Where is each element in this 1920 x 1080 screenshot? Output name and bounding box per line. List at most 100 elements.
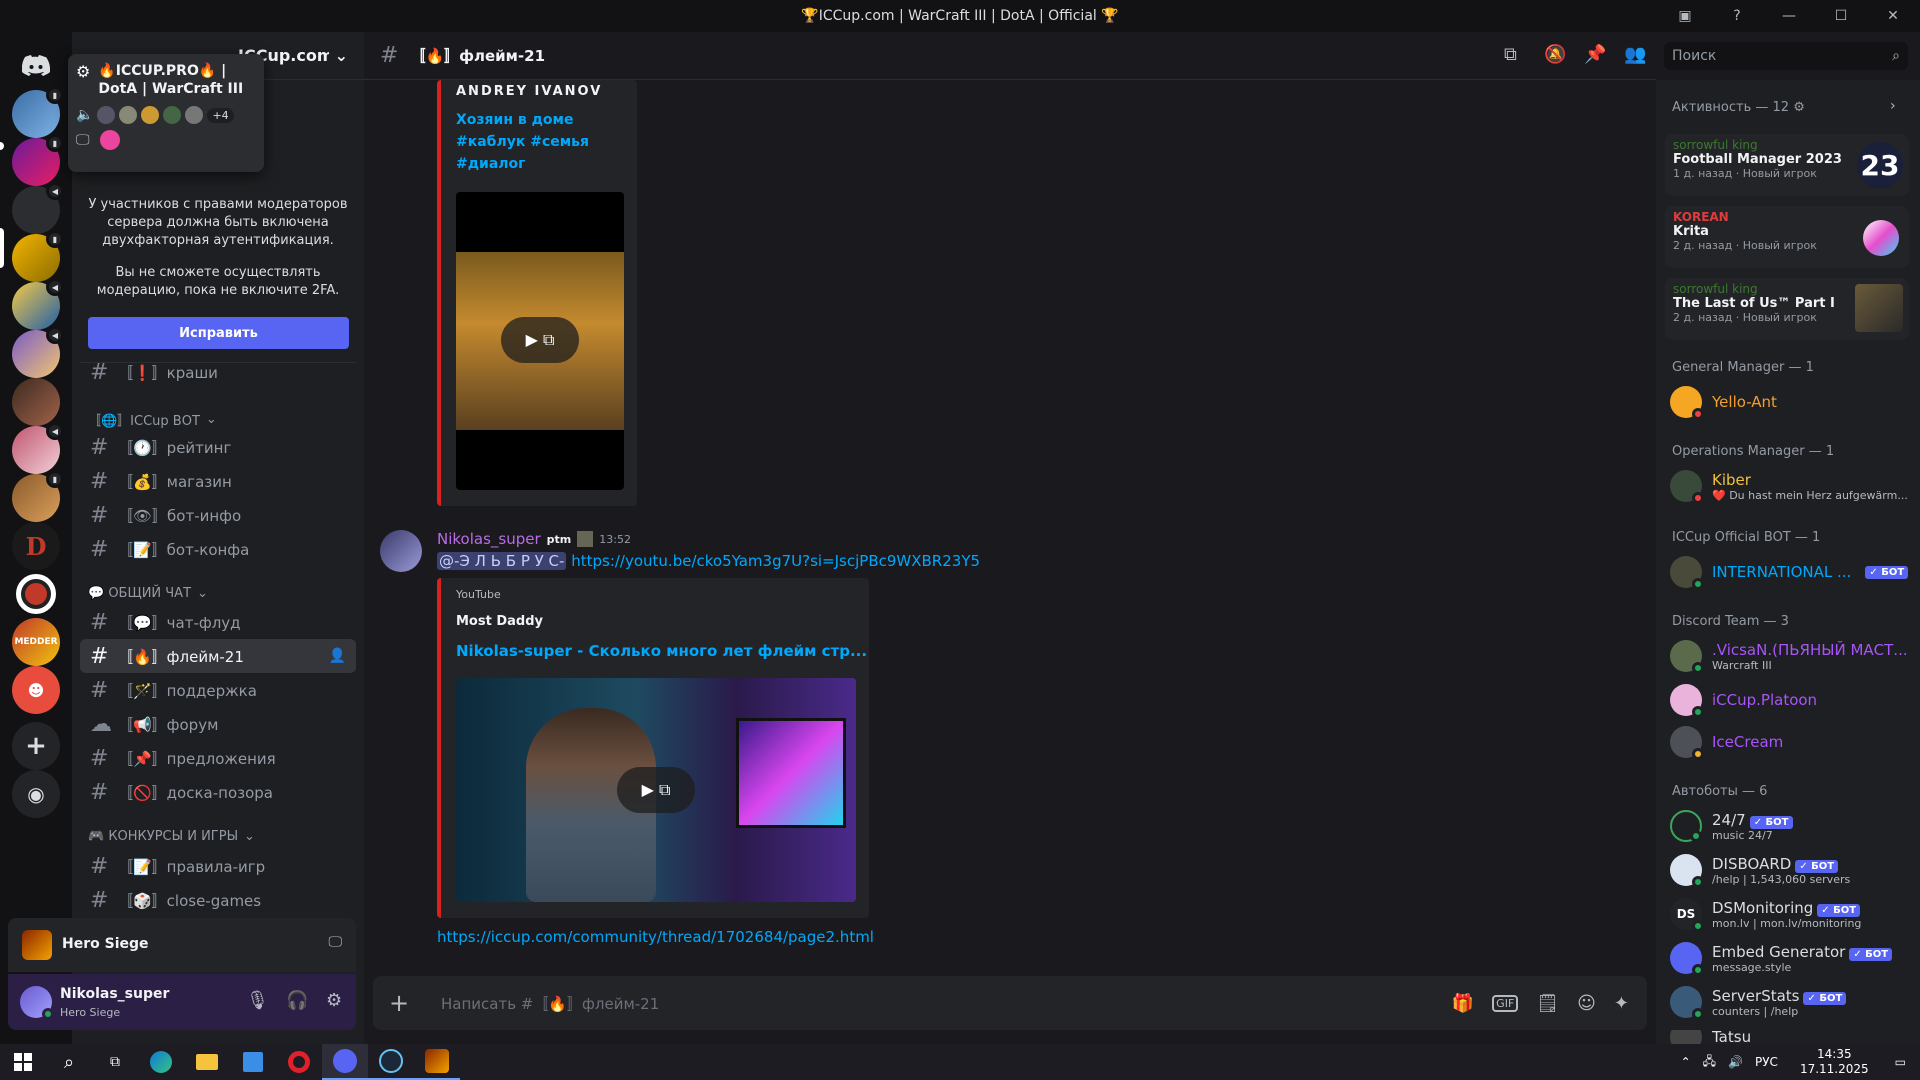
server-icon-5[interactable]: ◀ — [12, 278, 64, 330]
category-general-chat[interactable]: 💬 ОБЩИЙ ЧАТ ⌄ — [88, 586, 208, 601]
server-icon-iccup[interactable]: ◀ — [12, 182, 64, 234]
discord-taskbar-icon[interactable] — [322, 1044, 368, 1080]
avatar[interactable] — [20, 986, 54, 1020]
help-icon[interactable]: ? — [1722, 8, 1752, 24]
close-button[interactable]: ✕ — [1878, 8, 1908, 24]
inbox-icon[interactable]: ▣ — [1670, 8, 1700, 24]
add-server-icon[interactable]: + — [12, 722, 60, 770]
server-icon-6[interactable]: ◀ — [12, 326, 64, 378]
search-input[interactable]: Поиск ⌕ — [1664, 42, 1908, 70]
message-composer[interactable]: + Написать #〚🔥〛флейм-21 🎁 GIF 🗒 ☺ ✦ — [373, 976, 1647, 1030]
tray-chevron-up-icon[interactable]: ⌃ — [1681, 1055, 1691, 1069]
start-icon[interactable] — [0, 1044, 46, 1080]
embed-author[interactable]: Most Daddy — [456, 614, 543, 629]
server-icon-star[interactable]: ▮ — [12, 134, 64, 186]
server-icon-1[interactable]: ▮ — [12, 86, 64, 138]
channel-flame-21[interactable]: # 〚🔥〛флейм-21 👤 — [80, 639, 356, 673]
store-icon[interactable] — [230, 1044, 276, 1080]
microphone-icon[interactable]: 🎙 — [246, 990, 269, 1011]
video-thumbnail[interactable]: ▶ ⧉ — [456, 678, 856, 902]
channel-kraschi[interactable]: # 〚❗〛краши — [80, 355, 356, 389]
network-icon[interactable]: 🖧 — [1703, 1052, 1716, 1073]
explorer-icon[interactable] — [184, 1044, 230, 1080]
language-indicator[interactable]: РУС — [1755, 1055, 1778, 1069]
server-icon-11[interactable] — [12, 570, 60, 618]
discord-home-icon[interactable] — [12, 42, 60, 90]
server-icon-4[interactable]: ▮ — [12, 230, 64, 282]
activity-card[interactable]: sorrowful king The Last of Us™ Part I 2 … — [1665, 278, 1909, 340]
channel-shame[interactable]: # 〚🚫〛доска-позора — [80, 775, 356, 809]
member-item[interactable]: 24/7 ✓ БОТ music 24/7 — [1670, 810, 1910, 842]
member-item[interactable]: DISBOARD ✓ БОТ/help | 1,543,060 servers — [1670, 854, 1910, 888]
notifications-muted-icon[interactable]: 🔕 — [1544, 44, 1566, 65]
apps-icon[interactable]: ✦ — [1614, 993, 1629, 1014]
server-icon-9[interactable]: ▮ — [12, 470, 64, 522]
message-author[interactable]: Nikolas_super — [437, 530, 541, 548]
headphones-icon[interactable]: 🎧 — [286, 990, 308, 1011]
member-item[interactable]: Embed Generator ✓ БОТ message.style — [1670, 942, 1910, 976]
task-view-icon[interactable]: ⧉ — [92, 1044, 138, 1080]
channel-forum[interactable]: ☁ 〚📢〛форум — [80, 707, 356, 741]
play-icon[interactable]: ▶ ⧉ — [501, 317, 579, 363]
member-item[interactable]: ServerStats ✓ БОТ counters | /help — [1670, 986, 1910, 1020]
embed-title[interactable]: Nikolas-super - Сколько много лет флейм … — [456, 642, 867, 660]
steam-icon[interactable] — [368, 1044, 414, 1080]
server-icon-12[interactable]: MEDDER — [12, 618, 60, 666]
avatar[interactable] — [380, 530, 422, 572]
member-item[interactable]: .VicsaN.(ПЬЯНЫЙ МАСТ... Warcraft III — [1670, 640, 1910, 674]
channel-suggestions[interactable]: # 〚📌〛предложения — [80, 741, 356, 775]
gift-icon[interactable]: 🎁 — [1452, 993, 1474, 1014]
server-icon-8[interactable]: ◀ — [12, 422, 64, 474]
embed-line-2[interactable]: #каблук #семья — [456, 134, 589, 150]
embed-line-3[interactable]: #диалог — [456, 156, 525, 172]
hero-siege-taskbar-icon[interactable] — [414, 1044, 460, 1080]
emoji-icon[interactable]: ☺ — [1577, 993, 1596, 1014]
channel-botconf[interactable]: # 〚📝〛бот-конфа — [80, 532, 356, 566]
pin-icon[interactable]: 📌 — [1584, 44, 1606, 65]
invite-icon[interactable]: 👤 — [329, 648, 346, 664]
edge-icon[interactable] — [138, 1044, 184, 1080]
notifications-icon[interactable]: ▭ — [1895, 1055, 1906, 1069]
member-item[interactable]: Yello-Ant — [1670, 386, 1910, 420]
screen-share-icon[interactable]: 🖵 — [329, 934, 343, 950]
youtube-link[interactable]: https://youtu.be/cko5Yam3g7U?si=JscjPBc9… — [571, 552, 980, 570]
channel-rating[interactable]: # 〚🕐〛рейтинг — [80, 430, 356, 464]
server-icon-7[interactable] — [12, 378, 60, 426]
channel-gamerules[interactable]: # 〚📝〛правила-игр — [80, 849, 356, 883]
chevron-right-icon[interactable]: › — [1890, 98, 1896, 114]
gear-icon[interactable]: ⚙ — [326, 990, 342, 1011]
user-mention[interactable]: @-Э Л Ь Б Р У С- — [437, 552, 567, 570]
video-thumbnail[interactable]: ▶ ⧉ — [456, 192, 624, 490]
member-item[interactable]: Kiber ❤️ Du hast mein Herz aufgewärm... — [1670, 470, 1910, 504]
members-icon[interactable]: 👥 — [1624, 44, 1646, 65]
sticker-icon[interactable]: 🗒 — [1536, 993, 1559, 1014]
category-games[interactable]: 🎮 КОНКУРСЫ И ИГРЫ ⌄ — [88, 829, 255, 844]
member-item[interactable]: iCCup.Platoon — [1670, 684, 1910, 718]
member-item[interactable]: IceCream — [1670, 726, 1910, 760]
maximize-button[interactable]: ☐ — [1826, 8, 1856, 24]
gear-icon[interactable]: ⚙ — [76, 62, 90, 81]
play-icon[interactable]: ▶ ⧉ — [617, 767, 695, 813]
activity-card[interactable]: KOREAN Krita 2 д. назад · Новый игрок — [1665, 206, 1909, 268]
member-item[interactable]: DS DSMonitoring ✓ БОТ mon.lv | mon.lv/monit… — [1670, 898, 1910, 932]
channel-botinfo[interactable]: # 〚👁〛бот-инфо — [80, 498, 356, 532]
search-icon[interactable]: ⌕ — [46, 1044, 92, 1080]
channel-shop[interactable]: # 〚💰〛магазин — [80, 464, 356, 498]
channel-closegames[interactable]: # 〚🎲〛close-games — [80, 883, 356, 917]
attach-plus-icon[interactable]: + — [389, 989, 429, 1017]
server-icon-13[interactable]: ☻ — [12, 666, 60, 714]
channel-support[interactable]: # 〚🪄〛поддержка — [80, 673, 356, 707]
server-icon-diablo[interactable]: D — [12, 522, 60, 570]
message-input[interactable]: Написать #〚🔥〛флейм-21 — [441, 993, 1452, 1014]
clock[interactable]: 14:35 17.11.2025 — [1800, 1047, 1869, 1077]
gif-icon[interactable]: GIF — [1492, 994, 1519, 1012]
fix-2fa-button[interactable]: Исправить — [88, 317, 349, 349]
minimize-button[interactable]: — — [1774, 8, 1804, 24]
channel-chatflood[interactable]: # 〚💬〛чат-флуд — [80, 605, 356, 639]
member-item[interactable]: INTERNATIONAL ... ✓ БОТ — [1670, 556, 1910, 590]
discover-icon[interactable]: ◉ — [12, 770, 60, 818]
member-item[interactable]: Tatsu — [1670, 1030, 1910, 1044]
category-iccup-bot[interactable]: 〚🌐〛ICCup ВОТ ⌄ — [88, 410, 217, 429]
embed-line-1[interactable]: Хозяин в доме — [456, 112, 574, 128]
activity-card[interactable]: sorrowful king Football Manager 2023 1 д… — [1665, 134, 1909, 196]
